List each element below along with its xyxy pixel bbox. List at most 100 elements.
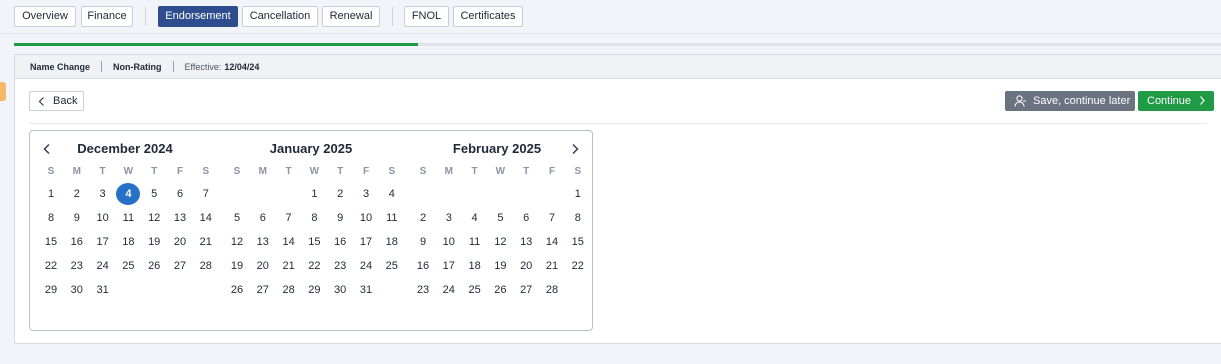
calendar-day[interactable]: 18 bbox=[116, 231, 140, 253]
calendar-day[interactable]: 14 bbox=[277, 231, 301, 253]
calendar-day[interactable]: 12 bbox=[142, 207, 166, 229]
calendar-day[interactable]: 5 bbox=[142, 183, 166, 205]
continue-button[interactable]: Continue bbox=[1138, 91, 1214, 111]
calendar-day[interactable]: 24 bbox=[354, 255, 378, 277]
calendar-day[interactable]: 27 bbox=[514, 279, 538, 301]
tab-renewal[interactable]: Renewal bbox=[322, 6, 380, 27]
calendar-day[interactable]: 25 bbox=[463, 279, 487, 301]
calendar-day[interactable]: 4 bbox=[116, 183, 141, 205]
calendar-day[interactable]: 13 bbox=[251, 231, 275, 253]
calendar-day[interactable]: 31 bbox=[91, 279, 115, 301]
back-button[interactable]: Back bbox=[29, 91, 84, 111]
calendar-day[interactable]: 29 bbox=[302, 279, 326, 301]
calendar-day[interactable]: 22 bbox=[302, 255, 326, 277]
calendar-day[interactable]: 10 bbox=[91, 207, 115, 229]
tab-cancellation[interactable]: Cancellation bbox=[242, 6, 318, 27]
calendar-day[interactable]: 10 bbox=[354, 207, 378, 229]
calendar-day[interactable]: 26 bbox=[488, 279, 512, 301]
calendar-day[interactable]: 5 bbox=[225, 207, 249, 229]
calendar-day[interactable]: 17 bbox=[91, 231, 115, 253]
calendar-day[interactable]: 28 bbox=[540, 279, 564, 301]
side-drawer-handle[interactable] bbox=[0, 82, 6, 101]
calendar-day[interactable]: 15 bbox=[566, 231, 590, 253]
calendar-day[interactable]: 25 bbox=[116, 255, 140, 277]
calendar-day[interactable]: 10 bbox=[437, 231, 461, 253]
calendar-day[interactable]: 18 bbox=[463, 255, 487, 277]
calendar-day[interactable]: 30 bbox=[328, 279, 352, 301]
calendar-day[interactable]: 7 bbox=[540, 207, 564, 229]
calendar-day[interactable]: 27 bbox=[251, 279, 275, 301]
tab-overview[interactable]: Overview bbox=[14, 6, 76, 27]
calendar-day[interactable]: 8 bbox=[302, 207, 326, 229]
calendar-day[interactable]: 27 bbox=[168, 255, 192, 277]
calendar-day[interactable]: 8 bbox=[39, 207, 63, 229]
calendar-day[interactable]: 20 bbox=[251, 255, 275, 277]
calendar-day[interactable]: 9 bbox=[328, 207, 352, 229]
calendar-day[interactable]: 23 bbox=[65, 255, 89, 277]
calendar-day[interactable]: 21 bbox=[277, 255, 301, 277]
save-continue-later-button[interactable]: Save, continue later bbox=[1005, 91, 1135, 111]
calendar-day[interactable]: 18 bbox=[380, 231, 404, 253]
calendar-day[interactable]: 11 bbox=[463, 231, 487, 253]
calendar-day[interactable]: 7 bbox=[194, 183, 218, 205]
calendar-day[interactable]: 4 bbox=[380, 183, 404, 205]
calendar-day[interactable]: 3 bbox=[354, 183, 378, 205]
calendar-day[interactable]: 12 bbox=[225, 231, 249, 253]
calendar-day[interactable]: 13 bbox=[514, 231, 538, 253]
calendar-day[interactable]: 1 bbox=[566, 183, 590, 205]
calendar-day[interactable]: 26 bbox=[142, 255, 166, 277]
calendar-day[interactable]: 17 bbox=[354, 231, 378, 253]
calendar-day[interactable]: 24 bbox=[437, 279, 461, 301]
calendar-day[interactable]: 16 bbox=[328, 231, 352, 253]
calendar-day[interactable]: 14 bbox=[540, 231, 564, 253]
calendar-day[interactable]: 1 bbox=[302, 183, 326, 205]
calendar-day[interactable]: 28 bbox=[277, 279, 301, 301]
calendar-day[interactable]: 20 bbox=[514, 255, 538, 277]
calendar-day[interactable]: 2 bbox=[411, 207, 435, 229]
tab-finance[interactable]: Finance bbox=[81, 6, 133, 27]
tab-fnol[interactable]: FNOL bbox=[404, 6, 449, 27]
calendar-day[interactable]: 13 bbox=[168, 207, 192, 229]
calendar-day[interactable]: 14 bbox=[194, 207, 218, 229]
calendar-day[interactable]: 25 bbox=[380, 255, 404, 277]
calendar-day[interactable]: 30 bbox=[65, 279, 89, 301]
calendar-day[interactable]: 3 bbox=[437, 207, 461, 229]
calendar-day[interactable]: 31 bbox=[354, 279, 378, 301]
calendar-day[interactable]: 6 bbox=[168, 183, 192, 205]
calendar-day[interactable]: 12 bbox=[488, 231, 512, 253]
calendar-day[interactable]: 8 bbox=[566, 207, 590, 229]
calendar-day[interactable]: 15 bbox=[39, 231, 63, 253]
calendar-day[interactable]: 17 bbox=[437, 255, 461, 277]
calendar-day[interactable]: 24 bbox=[91, 255, 115, 277]
tab-certificates[interactable]: Certificates bbox=[453, 6, 523, 27]
calendar-day[interactable]: 4 bbox=[463, 207, 487, 229]
calendar-day[interactable]: 11 bbox=[380, 207, 404, 229]
calendar-day[interactable]: 3 bbox=[91, 183, 115, 205]
calendar-day[interactable]: 15 bbox=[302, 231, 326, 253]
calendar-day[interactable]: 26 bbox=[225, 279, 249, 301]
calendar-day[interactable]: 2 bbox=[328, 183, 352, 205]
calendar-day[interactable]: 29 bbox=[39, 279, 63, 301]
tab-endorsement[interactable]: Endorsement bbox=[158, 6, 238, 27]
calendar-day[interactable]: 19 bbox=[142, 231, 166, 253]
calendar-day[interactable]: 5 bbox=[488, 207, 512, 229]
calendar-day[interactable]: 1 bbox=[39, 183, 63, 205]
calendar-day[interactable]: 9 bbox=[411, 231, 435, 253]
calendar-day[interactable]: 23 bbox=[411, 279, 435, 301]
calendar-day[interactable]: 19 bbox=[225, 255, 249, 277]
calendar-day[interactable]: 9 bbox=[65, 207, 89, 229]
calendar-day[interactable]: 22 bbox=[39, 255, 63, 277]
calendar-day[interactable]: 6 bbox=[514, 207, 538, 229]
calendar-day[interactable]: 11 bbox=[116, 207, 140, 229]
calendar-day[interactable]: 6 bbox=[251, 207, 275, 229]
calendar-day[interactable]: 20 bbox=[168, 231, 192, 253]
calendar-day[interactable]: 22 bbox=[566, 255, 590, 277]
calendar-day[interactable]: 21 bbox=[540, 255, 564, 277]
calendar-day[interactable]: 19 bbox=[488, 255, 512, 277]
calendar-day[interactable]: 16 bbox=[65, 231, 89, 253]
calendar-day[interactable]: 28 bbox=[194, 255, 218, 277]
calendar-day[interactable]: 16 bbox=[411, 255, 435, 277]
calendar-day[interactable]: 7 bbox=[277, 207, 301, 229]
calendar-day[interactable]: 23 bbox=[328, 255, 352, 277]
calendar-day[interactable]: 21 bbox=[194, 231, 218, 253]
